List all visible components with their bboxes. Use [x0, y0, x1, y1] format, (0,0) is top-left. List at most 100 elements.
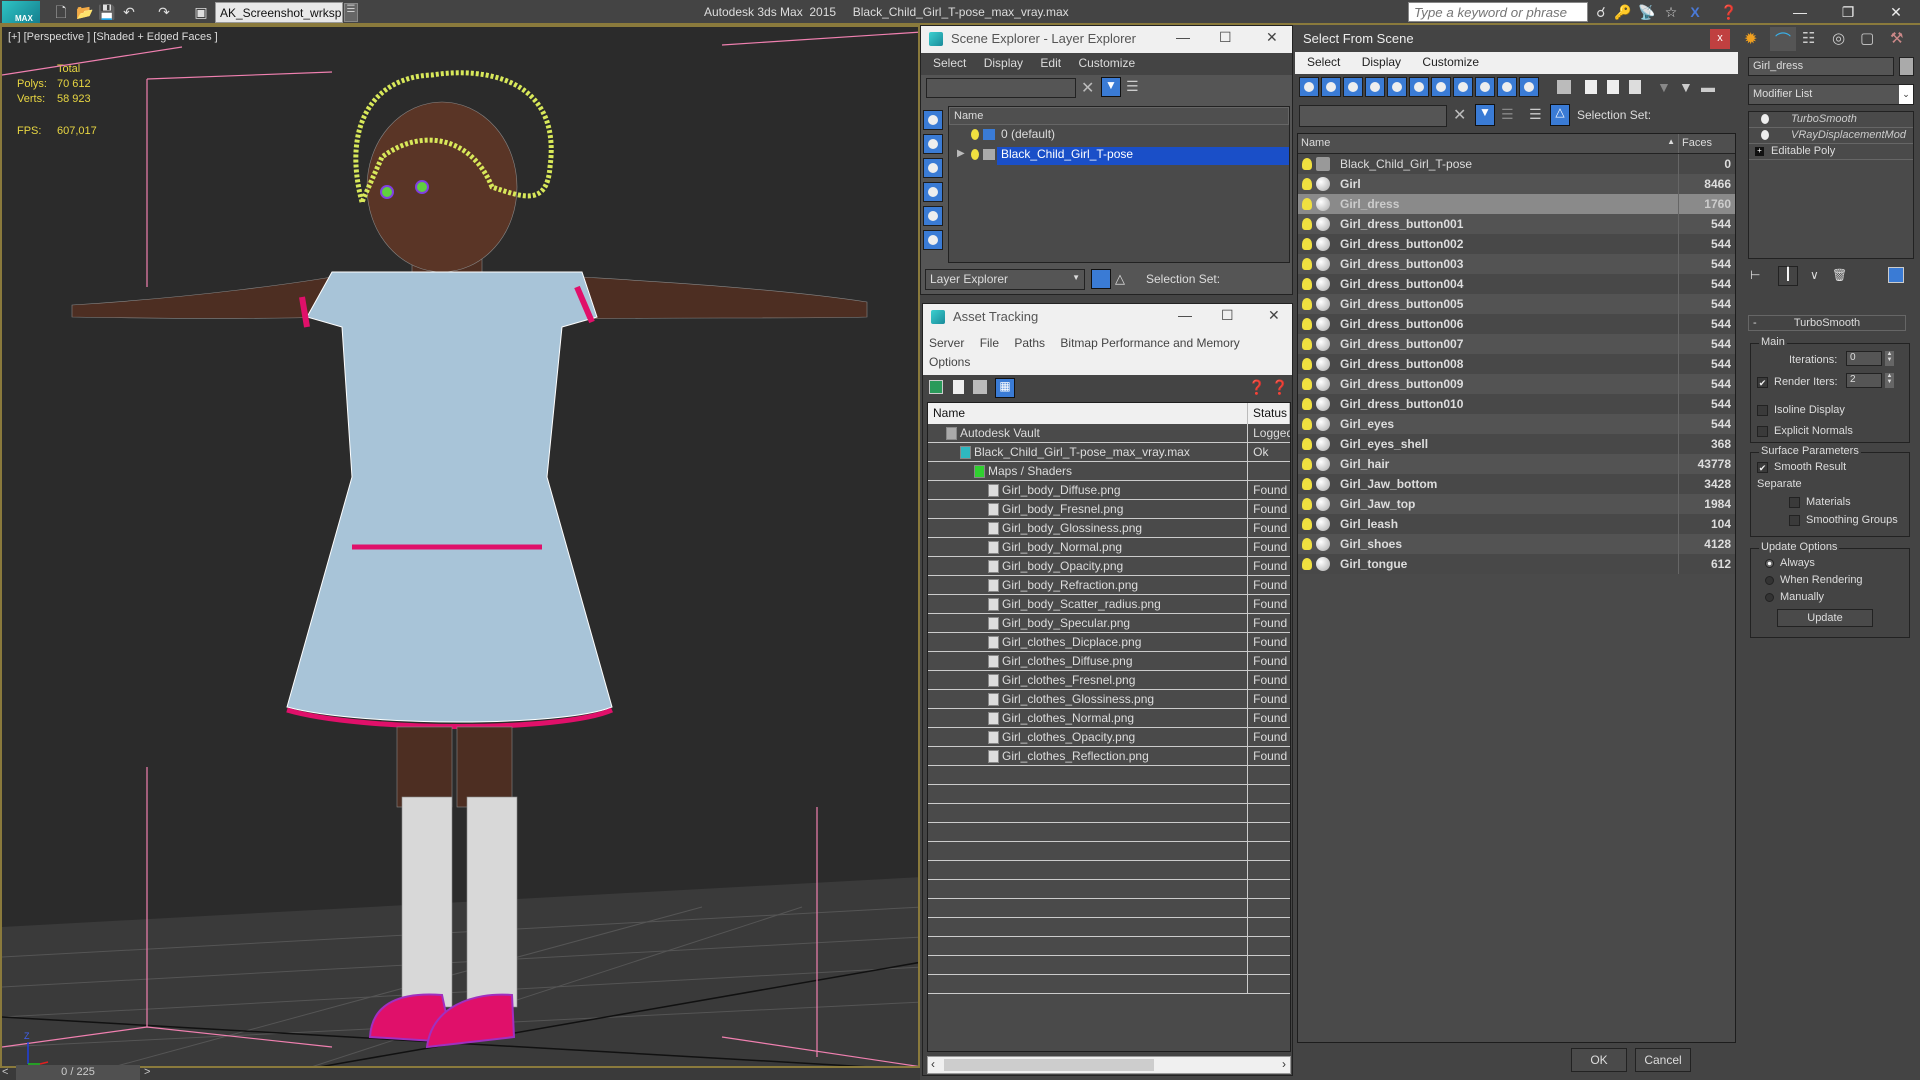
asset-row[interactable]: Black_Child_Girl_T-pose_max_vray.max Ok — [928, 443, 1290, 462]
render-iters-spinner[interactable]: 2 — [1846, 373, 1882, 388]
asset-row[interactable]: Girl_body_Diffuse.png Found — [928, 481, 1290, 500]
visibility-bulb-icon[interactable] — [1302, 438, 1312, 450]
clear-search-icon[interactable]: ✕ — [1453, 105, 1466, 125]
cameras-filter-icon[interactable] — [1365, 77, 1385, 97]
app-menu-button[interactable]: MAX — [2, 1, 40, 23]
turbosmooth-rollout-header[interactable]: - TurboSmooth — [1748, 315, 1906, 331]
key-icon[interactable]: 🔑 — [1614, 3, 1632, 21]
object-name-field[interactable]: Girl_dress — [1748, 57, 1894, 76]
visibility-bulb-icon[interactable] — [1302, 478, 1312, 490]
visibility-bulb-icon[interactable] — [1302, 458, 1312, 470]
help-icon[interactable]: ❓ — [1248, 379, 1265, 396]
hidden-filter-icon[interactable] — [1557, 80, 1571, 94]
layer-row-selected[interactable]: ▶ Black_Child_Girl_T-pose — [949, 145, 1289, 165]
object-row[interactable]: Girl_dress_button004 544 — [1298, 274, 1735, 294]
object-row[interactable]: Girl_dress_button009 544 — [1298, 374, 1735, 394]
object-row[interactable]: Black_Child_Girl_T-pose 0 — [1298, 154, 1735, 174]
undo-icon[interactable]: ↶ — [120, 3, 138, 21]
asset-row[interactable]: Girl_body_Opacity.png Found — [928, 557, 1290, 576]
object-row[interactable]: Girl_dress_button005 544 — [1298, 294, 1735, 314]
helpers-filter-icon[interactable] — [1387, 77, 1407, 97]
materials-checkbox[interactable] — [1789, 496, 1800, 508]
layers-view-icon[interactable]: ☰ — [1529, 106, 1542, 123]
object-color-swatch[interactable] — [1899, 57, 1914, 76]
menu-paths[interactable]: Paths — [1014, 336, 1045, 350]
workspace-menu-button[interactable]: ☰ — [344, 3, 358, 22]
visibility-bulb-icon[interactable] — [1302, 358, 1312, 370]
render-iters-checkbox[interactable]: ✔ — [1757, 376, 1768, 388]
timeline-next-button[interactable]: > — [144, 1066, 156, 1080]
update-manually-radio[interactable] — [1765, 592, 1774, 602]
table-view-icon[interactable]: ▦ — [995, 378, 1015, 398]
object-row[interactable]: Girl_dress_button007 544 — [1298, 334, 1735, 354]
update-always-radio[interactable] — [1765, 558, 1774, 568]
object-row[interactable]: Girl_shoes 4128 — [1298, 534, 1735, 554]
minimize-button[interactable]: — — [1178, 307, 1192, 323]
visibility-bulb-icon[interactable] — [1302, 158, 1312, 170]
make-unique-icon[interactable]: ∨ — [1810, 268, 1819, 282]
filter-icon[interactable]: ▼ — [1657, 79, 1671, 95]
render-iters-checkbox-row[interactable]: ✔ Render Iters: — [1757, 376, 1838, 388]
geometry-filter-icon[interactable] — [923, 110, 943, 130]
menu-file[interactable]: File — [980, 336, 999, 350]
search-input[interactable] — [1408, 2, 1588, 22]
filter-toggle-icon[interactable]: ▼ — [1475, 104, 1495, 126]
visibility-bulb-icon[interactable] — [1302, 278, 1312, 290]
close-button[interactable]: ✕ — [1268, 307, 1280, 324]
collapse-icon[interactable]: ▬ — [1701, 79, 1715, 95]
menu-edit[interactable]: Edit — [1040, 56, 1061, 70]
asset-row[interactable]: Girl_body_Glossiness.png Found — [928, 519, 1290, 538]
visibility-bulb-icon[interactable] — [1302, 538, 1312, 550]
expand-arrow-icon[interactable]: ▶ — [957, 148, 965, 159]
scene-explorer-titlebar[interactable]: Scene Explorer - Layer Explorer — ☐ ✕ — [921, 26, 1292, 53]
binoculars-icon[interactable]: ☌ — [1592, 3, 1610, 21]
cameras-filter-icon[interactable] — [923, 182, 943, 202]
object-row[interactable]: Girl_eyes_shell 368 — [1298, 434, 1735, 454]
column-header-name[interactable]: Name — [949, 107, 1289, 125]
restore-button[interactable]: ❐ — [1828, 0, 1868, 25]
update-when-rendering-radio[interactable] — [1765, 575, 1774, 585]
motion-tab-icon[interactable]: ◎ — [1832, 29, 1845, 47]
menu-customize[interactable]: Customize — [1422, 55, 1479, 69]
expand-plus-icon[interactable]: + — [1755, 147, 1764, 156]
menu-display[interactable]: Display — [1362, 55, 1401, 69]
spinner-arrows-icon[interactable]: ▲ ▼ — [1885, 351, 1894, 366]
column-header-name[interactable]: Name — [928, 403, 1248, 424]
menu-select[interactable]: Select — [933, 56, 966, 70]
menu-select[interactable]: Select — [1307, 55, 1340, 69]
asset-row[interactable]: Autodesk Vault Logged — [928, 424, 1290, 443]
modifier-stack-item[interactable]: VRayDisplacementMod — [1749, 128, 1913, 144]
menu-customize[interactable]: Customize — [1078, 56, 1135, 70]
update-manually-radio-row[interactable]: Manually — [1765, 591, 1824, 603]
asset-row[interactable]: Girl_body_Scatter_radius.png Found — [928, 595, 1290, 614]
object-row-selected[interactable]: Girl_dress 1760 — [1298, 194, 1735, 214]
spacewarps-filter-icon[interactable] — [1409, 77, 1429, 97]
configure-modifier-sets-icon[interactable] — [1888, 267, 1904, 283]
visibility-bulb-icon[interactable] — [1302, 238, 1312, 250]
bones-filter-icon[interactable] — [1475, 77, 1495, 97]
object-row[interactable]: Girl_leash 104 — [1298, 514, 1735, 534]
lights-filter-icon[interactable] — [923, 158, 943, 178]
find-input[interactable] — [926, 78, 1076, 98]
asset-row[interactable]: Girl_clothes_Glossiness.png Found — [928, 690, 1290, 709]
spacewarps-filter-icon[interactable] — [923, 230, 943, 250]
explicit-normals-checkbox-row[interactable]: Explicit Normals — [1757, 425, 1853, 437]
minimize-button[interactable]: — — [1780, 0, 1820, 25]
ok-button[interactable]: OK — [1571, 1048, 1627, 1072]
containers-filter-icon[interactable] — [1497, 77, 1517, 97]
select-from-scene-titlebar[interactable]: Select From Scene x — [1295, 25, 1738, 52]
visibility-bulb-icon[interactable] — [1302, 558, 1312, 570]
menu-display[interactable]: Display — [984, 56, 1023, 70]
visibility-bulb-icon[interactable] — [1302, 318, 1312, 330]
object-row[interactable]: Girl_Jaw_top 1984 — [1298, 494, 1735, 514]
lights-filter-icon[interactable] — [1343, 77, 1363, 97]
column-header-name[interactable]: Name ▲ — [1298, 134, 1679, 153]
menu-bitmap-performance[interactable]: Bitmap Performance and Memory — [1060, 336, 1239, 350]
spinner-arrows-icon[interactable]: ▲ ▼ — [1885, 373, 1894, 388]
iterations-spinner[interactable]: 0 — [1846, 351, 1882, 366]
asset-row[interactable]: Girl_body_Fresnel.png Found — [928, 500, 1290, 519]
asset-row[interactable]: Girl_clothes_Normal.png Found — [928, 709, 1290, 728]
scroll-right-icon[interactable]: › — [1282, 1057, 1286, 1071]
list-view-icon[interactable] — [953, 380, 964, 394]
close-x-icon[interactable]: X — [1686, 3, 1704, 21]
